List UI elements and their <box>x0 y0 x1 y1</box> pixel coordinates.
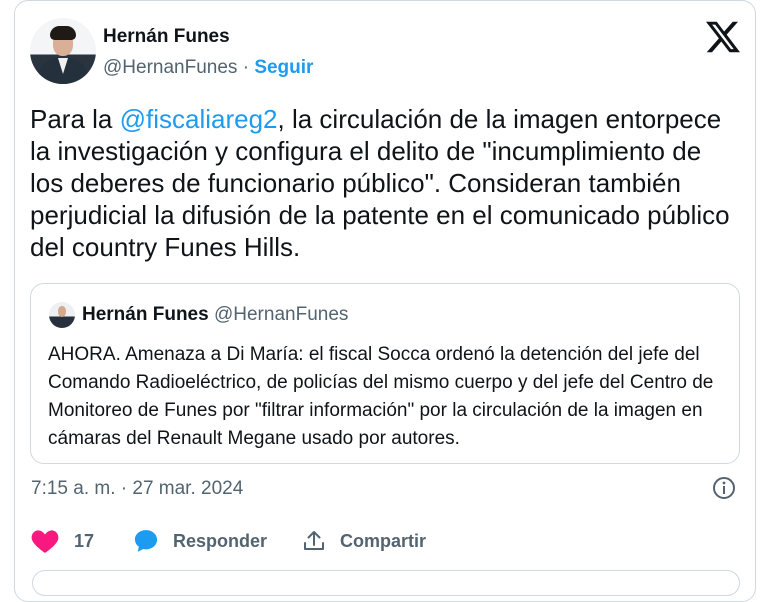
author-handle-row: @HernanFunes · Seguir <box>103 57 313 79</box>
author-name[interactable]: Hernán Funes <box>103 26 230 48</box>
share-label: Compartir <box>340 530 427 551</box>
reply-label: Responder <box>173 530 268 551</box>
like-count: 17 <box>74 530 95 551</box>
x-logo-icon[interactable] <box>706 20 740 54</box>
quoted-author-handle[interactable]: @HernanFunes <box>214 304 348 325</box>
share-icon <box>304 531 324 550</box>
bottom-button-partial[interactable] <box>32 570 740 596</box>
follow-button[interactable]: Seguir <box>254 57 313 78</box>
share-button[interactable]: Compartir <box>302 528 426 554</box>
mention-link[interactable]: @fiscaliareg2 <box>120 104 278 134</box>
quoted-avatar[interactable] <box>49 302 75 328</box>
tweet-text-prefix: Para la <box>30 104 120 134</box>
author-avatar[interactable] <box>30 18 96 84</box>
quoted-author-name[interactable]: Hernán Funes <box>82 304 209 325</box>
avatar-hair <box>50 26 76 40</box>
heart-icon <box>31 530 59 553</box>
handle-separator: · <box>242 57 250 78</box>
tweet-text: Para la @fiscaliareg2, la circulación de… <box>30 103 740 263</box>
quoted-avatar-face <box>58 306 66 317</box>
reply-bubble-icon <box>134 530 158 552</box>
quoted-tweet[interactable]: Hernán Funes @HernanFunes AHORA. Amenaza… <box>30 283 740 464</box>
quoted-text: AHORA. Amenaza a Di María: el fiscal Soc… <box>48 344 714 449</box>
reply-button[interactable]: Responder <box>133 528 267 554</box>
quoted-author: Hernán Funes @HernanFunes <box>82 304 348 326</box>
info-icon[interactable] <box>712 476 736 500</box>
timestamp[interactable]: 7:15 a. m. · 27 mar. 2024 <box>31 478 243 500</box>
like-button[interactable]: 17 <box>30 528 94 554</box>
author-handle[interactable]: @HernanFunes <box>103 57 237 78</box>
